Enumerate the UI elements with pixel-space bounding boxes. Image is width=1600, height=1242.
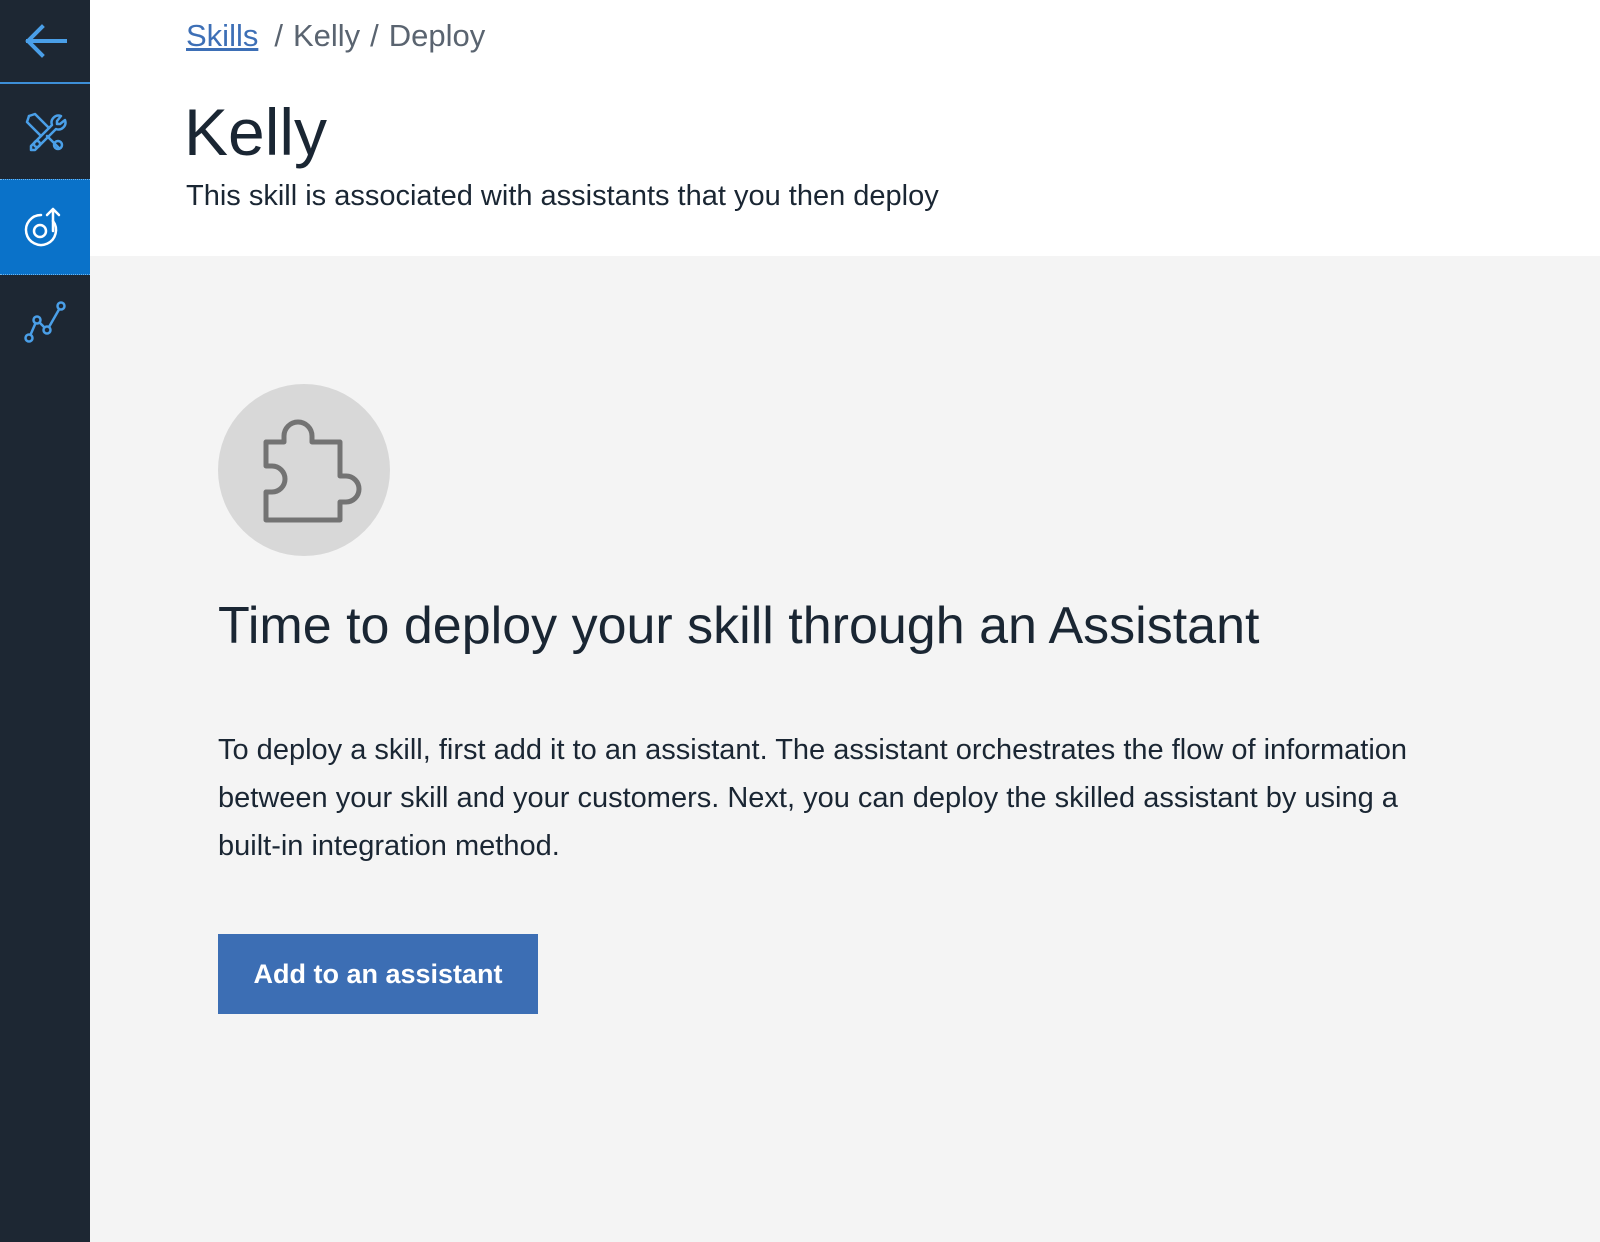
- analytics-icon: [24, 301, 66, 343]
- breadcrumb-separator: /: [370, 18, 379, 53]
- page-subtitle: This skill is associated with assistants…: [186, 180, 939, 212]
- puzzle-piece-icon: [263, 419, 362, 523]
- deploy-icon: [24, 207, 61, 247]
- side-navigation: [0, 0, 90, 1242]
- breadcrumb-item-skill: Kelly: [292, 18, 361, 53]
- tools-icon: [25, 112, 67, 152]
- add-to-assistant-button[interactable]: Add to an assistant: [218, 934, 538, 1014]
- breadcrumb-item-current: Deploy: [388, 18, 486, 53]
- nav-build-button[interactable]: [0, 86, 90, 178]
- empty-state-title: Time to deploy your skill through an Ass…: [218, 597, 1260, 655]
- arrow-left-icon: [25, 24, 67, 58]
- page-header: Skills / Kelly / Deploy Kelly This skill…: [90, 0, 1600, 256]
- nav-improve-button[interactable]: [0, 276, 90, 368]
- breadcrumb-skills-link[interactable]: Skills: [186, 18, 258, 54]
- nav-back-button[interactable]: [0, 0, 90, 84]
- breadcrumb-separator: /: [274, 18, 283, 53]
- app-root: Skills / Kelly / Deploy Kelly This skill…: [0, 0, 1600, 1242]
- breadcrumb: Skills / Kelly / Deploy: [186, 18, 485, 54]
- page-title: Kelly: [184, 95, 328, 169]
- empty-state-description: To deploy a skill, first add it to an as…: [218, 734, 1408, 862]
- main-content: Time to deploy your skill through an Ass…: [90, 256, 1600, 1242]
- nav-deploy-button[interactable]: [0, 179, 90, 275]
- empty-state-illustration: [218, 384, 390, 556]
